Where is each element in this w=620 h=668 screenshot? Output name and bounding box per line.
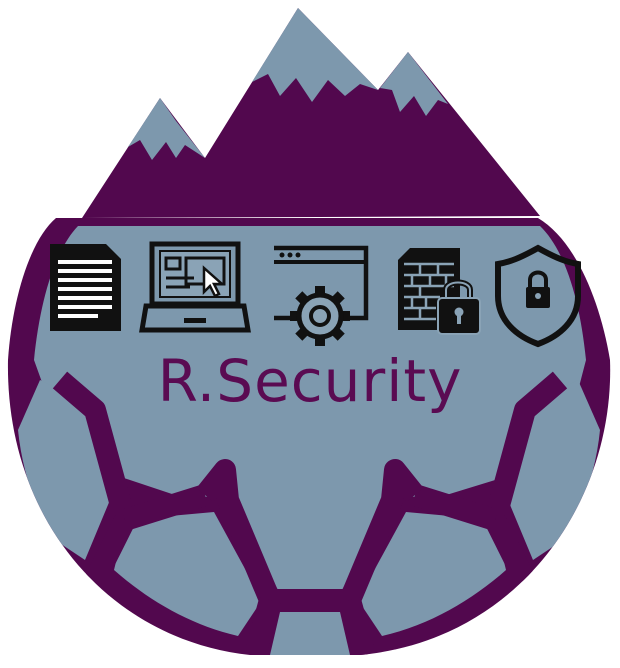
r-security-logo: R.Security (0, 0, 620, 668)
mountains (82, 8, 540, 218)
document-icon (50, 244, 121, 331)
logo-wordmark: R.Security (157, 347, 463, 415)
logo-graphic (7, 8, 611, 655)
